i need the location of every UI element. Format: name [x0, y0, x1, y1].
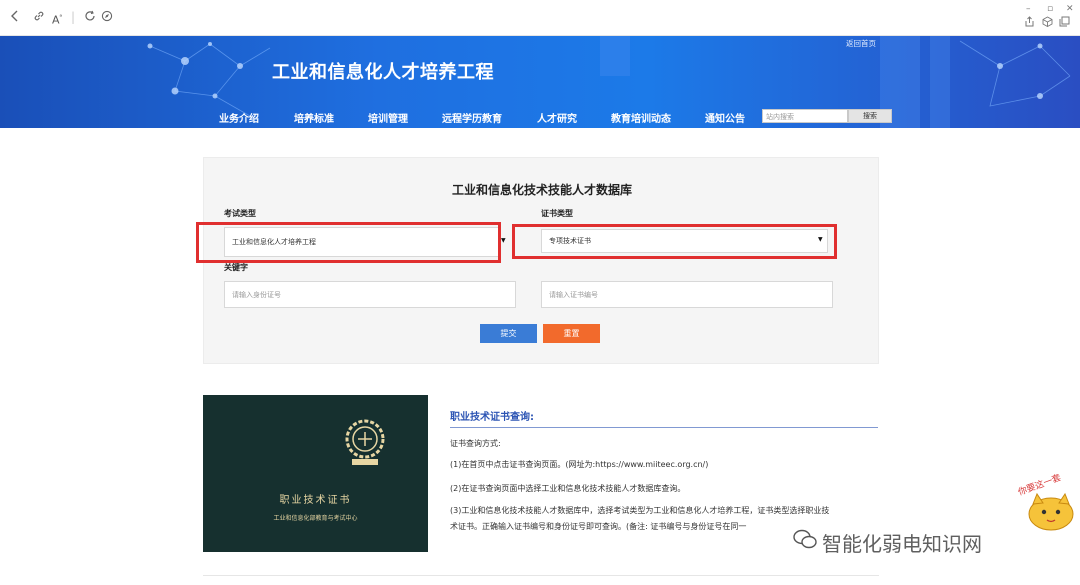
info-divider — [450, 427, 878, 428]
site-search-button[interactable]: 搜索 — [848, 109, 892, 123]
home-link[interactable]: 返回首页 — [846, 38, 876, 49]
wechat-icon — [793, 529, 817, 549]
restore-icon[interactable]: ▫ — [1047, 4, 1053, 14]
cert-number-input[interactable]: 请输入证书编号 — [541, 281, 833, 308]
highlight-box-exam-type — [196, 222, 501, 263]
reset-button[interactable]: 重置 — [543, 324, 600, 343]
watermark-text: 智能化弱电知识网 — [822, 532, 982, 556]
section-divider — [203, 575, 879, 576]
copy-icon[interactable] — [1059, 16, 1070, 30]
exam-type-label: 考试类型 — [224, 209, 256, 218]
cat-icon: 你要这一套 — [1016, 471, 1074, 531]
nav-item-remote-education[interactable]: 远程学历教育 — [442, 110, 502, 125]
link-icon[interactable] — [33, 10, 45, 25]
info-paragraph: 术证书。正确输入证书编号和身份证号即可查询。(备注: 证书编号与身份证号在同一 — [450, 522, 747, 531]
site-search-input[interactable]: 站内搜索 — [762, 109, 848, 123]
id-number-input[interactable]: 请输入身份证号 — [224, 281, 516, 308]
nav-item-business[interactable]: 业务介绍 — [219, 110, 259, 125]
nav-item-standards[interactable]: 培养标准 — [294, 110, 334, 125]
refresh-icon[interactable] — [84, 10, 96, 25]
info-paragraph: (3)工业和信息化技术技能人才数据库中，选择考试类型为工业和信息化人才培养工程，… — [450, 506, 830, 515]
nav-item-research[interactable]: 人才研究 — [537, 110, 577, 125]
certificate-image: 职业技术证书 工业和信息化部教育与考试中心 — [203, 395, 428, 552]
close-icon[interactable]: ✕ — [1066, 4, 1074, 14]
read-aloud-icon[interactable]: Aᵃ — [52, 10, 62, 28]
info-heading: 职业技术证书查询: — [450, 412, 534, 423]
dropdown-arrow-icon: ▼ — [501, 237, 506, 244]
share-icon[interactable] — [1024, 16, 1035, 30]
chevron-left-icon[interactable] — [10, 10, 20, 25]
site-header: 返回首页 工业和信息化人才培养工程 业务介绍 培养标准 培训管理 远程学历教育 … — [0, 36, 1080, 128]
info-paragraph: (1)在首页中点击证书查询页面。(网址为:https://www.miiteec… — [450, 460, 709, 469]
nav-item-news[interactable]: 教育培训动态 — [611, 110, 671, 125]
compass-icon[interactable] — [101, 10, 113, 25]
toolbar-divider: | — [71, 10, 76, 24]
info-paragraph: (2)在证书查询页面中选择工业和信息化技术技能人才数据库查询。 — [450, 484, 686, 493]
emblem-icon — [345, 419, 385, 465]
nav-item-training[interactable]: 培训管理 — [368, 110, 408, 125]
nav-item-notices[interactable]: 通知公告 — [705, 110, 745, 125]
certificate-title: 职业技术证书 — [279, 495, 352, 506]
browser-toolbar: Aᵃ | – ▫ ✕ — [0, 0, 1080, 36]
minimize-icon[interactable]: – — [1026, 4, 1031, 14]
main-nav: 业务介绍 培养标准 培训管理 远程学历教育 人才研究 教育培训动态 通知公告 — [0, 110, 1080, 126]
keyword-label: 关键字 — [224, 263, 248, 272]
certificate-subtitle: 工业和信息化部教育与考试中心 — [273, 515, 358, 522]
panel-title: 工业和信息化技术技能人才数据库 — [451, 183, 632, 197]
cat-sticker: 你要这一套 — [1013, 471, 1079, 536]
cube-icon[interactable] — [1042, 16, 1053, 30]
sticker-text: 你要这一套 — [1016, 474, 1062, 498]
info-paragraph: 证书查询方式: — [450, 439, 501, 448]
submit-button[interactable]: 提交 — [480, 324, 537, 343]
cert-type-label: 证书类型 — [541, 209, 573, 218]
highlight-box-cert-type — [512, 224, 837, 259]
site-title: 工业和信息化人才培养工程 — [272, 62, 494, 83]
